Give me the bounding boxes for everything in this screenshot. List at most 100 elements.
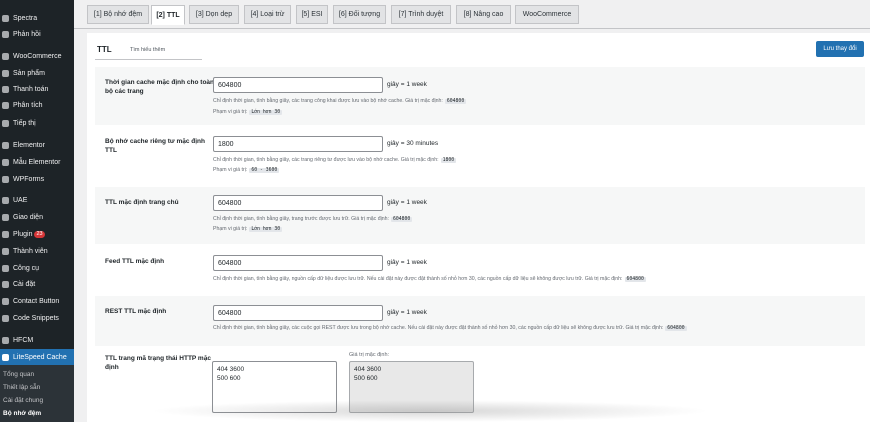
value-range: Phạm vi giá trị: Lớn hơn 30: [213, 109, 283, 115]
description-text: Chỉ định thời gian, tính bằng giây, tran…: [213, 216, 389, 222]
bottom-shadow: [150, 400, 710, 422]
range-label: Phạm vi giá trị:: [213, 226, 248, 232]
marketing-icon: [2, 119, 9, 127]
tab-purge[interactable]: [3] Dọn dẹp: [189, 5, 239, 24]
appearance-icon: [2, 213, 9, 221]
default-value-code: 604800: [624, 277, 646, 282]
submenu-item-cache[interactable]: Bộ nhớ đệm: [3, 410, 41, 417]
sidebar-item-appearance[interactable]: Giao diện: [0, 209, 74, 225]
setting-description: Chỉ định thời gian, tính bằng giây, các …: [213, 157, 457, 163]
description-text: Chỉ định thời gian, tính bằng giây, các …: [213, 98, 443, 104]
default-value-code: 604800: [390, 217, 413, 222]
setting-row-private-ttl: Bộ nhớ cache riêng tư mặc định TTL 1800 …: [95, 127, 865, 185]
sidebar-item-wpforms[interactable]: WPForms: [0, 171, 74, 187]
analytics-icon: [2, 101, 9, 109]
private-ttl-input[interactable]: 1800: [213, 136, 383, 152]
default-value-code: 1800: [440, 158, 457, 163]
woocommerce-icon: [2, 52, 9, 60]
unit-text: giây = 1 week: [387, 81, 427, 88]
submenu-item-overview[interactable]: Tổng quan: [3, 371, 34, 378]
sidebar-item-feedback[interactable]: Phản hồi: [0, 26, 74, 42]
admin-sidebar: Spectra Phản hồi WooCommerce Sản phẩm Th…: [0, 0, 74, 422]
settings-tabs: [1] Bộ nhớ đệm [2] TTL [3] Dọn dẹp [4] L…: [74, 0, 870, 29]
sidebar-item-label: Elementor: [13, 141, 45, 149]
sidebar-item-label: Phân tích: [13, 101, 43, 109]
sidebar-item-label: Cài đặt: [13, 280, 36, 288]
sidebar-item-code-snippets[interactable]: Code Snippets: [0, 310, 74, 326]
sidebar-item-users[interactable]: Thành viên: [0, 243, 74, 259]
users-icon: [2, 247, 9, 255]
sidebar-item-label: Công cụ: [13, 264, 40, 272]
sidebar-item-label: Giao diện: [13, 213, 43, 221]
setting-label: Bộ nhớ cache riêng tư mặc định TTL: [105, 138, 205, 154]
code-snippets-icon: [2, 314, 9, 322]
unit-text: giây = 1 week: [387, 309, 427, 316]
submenu-item-general[interactable]: Cài đặt chung: [3, 397, 43, 404]
tab-esi[interactable]: [5] ESI: [296, 5, 328, 24]
tab-cache[interactable]: [1] Bộ nhớ đệm: [87, 5, 149, 24]
frontpage-ttl-input[interactable]: 604800: [213, 195, 383, 211]
default-value-code: 604800: [665, 326, 687, 331]
sidebar-item-label: Contact Button: [13, 297, 60, 305]
sidebar-item-tools[interactable]: Công cụ: [0, 260, 74, 276]
sidebar-item-settings[interactable]: Cài đặt: [0, 276, 74, 292]
tab-advanced[interactable]: [8] Nâng cao: [456, 5, 511, 24]
sidebar-item-payments[interactable]: Thanh toán: [0, 81, 74, 97]
setting-row-frontpage-ttl: TTL mặc định trang chủ 604800 giây = 1 w…: [95, 187, 865, 244]
setting-row-rest-ttl: REST TTL mặc định 604800 giây = 1 week C…: [95, 296, 865, 346]
update-count-badge: 23: [34, 230, 45, 238]
unit-text: giây = 30 minutes: [387, 140, 439, 147]
setting-description: Chỉ định thời gian, tính bằng giây, tran…: [213, 216, 413, 222]
tab-browser[interactable]: [7] Trình duyệt: [391, 5, 451, 24]
tab-ttl[interactable]: [2] TTL: [151, 5, 185, 25]
range-label: Phạm vi giá trị:: [213, 167, 248, 173]
description-text: Chỉ định thời gian, tính bằng giây, các …: [213, 157, 439, 163]
submenu-item-presets[interactable]: Thiết lập sẵn: [3, 384, 40, 391]
save-changes-button[interactable]: Lưu thay đổi: [816, 41, 864, 57]
sidebar-item-woocommerce[interactable]: WooCommerce: [0, 48, 74, 64]
products-icon: [2, 69, 9, 77]
default-value-label: Giá trị mặc định:: [349, 352, 390, 358]
sidebar-item-label: WooCommerce: [13, 52, 62, 60]
tools-icon: [2, 264, 9, 272]
public-ttl-input[interactable]: 604800: [213, 77, 383, 93]
litespeed-icon: [2, 353, 9, 361]
sidebar-item-spectra[interactable]: Spectra: [0, 10, 74, 26]
sidebar-item-label: HFCM: [13, 336, 34, 344]
tab-excludes[interactable]: [4] Loại trừ: [244, 5, 291, 24]
sidebar-item-label: LiteSpeed Cache: [13, 353, 67, 361]
templates-icon: [2, 158, 9, 166]
value-range: Phạm vi giá trị: Lớn hơn 30: [213, 226, 283, 232]
spectra-icon: [2, 14, 9, 22]
sidebar-item-uae[interactable]: UAE: [0, 192, 74, 208]
sidebar-item-hfcm[interactable]: HFCM: [0, 332, 74, 348]
learn-more-link[interactable]: Tìm hiểu thêm: [130, 47, 165, 53]
sidebar-item-analytics[interactable]: Phân tích: [0, 97, 74, 113]
rest-ttl-input[interactable]: 604800: [213, 305, 383, 321]
wpforms-icon: [2, 175, 9, 183]
sidebar-item-litespeed-cache[interactable]: LiteSpeed Cache: [0, 349, 74, 365]
settings-icon: [2, 280, 9, 288]
sidebar-item-templates[interactable]: Mẫu Elementor: [0, 154, 74, 170]
range-code: Lớn hơn 30: [249, 227, 283, 232]
section-title: TTL: [97, 45, 112, 54]
sidebar-item-elementor[interactable]: Elementor: [0, 137, 74, 153]
sidebar-item-products[interactable]: Sản phẩm: [0, 65, 74, 81]
sidebar-item-contact-button[interactable]: Contact Button: [0, 293, 74, 309]
sidebar-item-plugins[interactable]: Plugin 23: [0, 226, 74, 242]
sidebar-item-label: Code Snippets: [13, 314, 59, 322]
range-label: Phạm vi giá trị:: [213, 109, 248, 115]
hfcm-icon: [2, 336, 9, 344]
setting-label: REST TTL mặc định: [105, 308, 167, 315]
payments-icon: [2, 85, 9, 93]
description-text: Chỉ định thời gian, tính bằng giây, các …: [213, 325, 664, 331]
tab-object[interactable]: [6] Đối tượng: [333, 5, 386, 24]
sidebar-item-marketing[interactable]: Tiếp thị: [0, 115, 74, 131]
elementor-icon: [2, 141, 9, 149]
tab-woocommerce[interactable]: WooCommerce: [515, 5, 579, 24]
sidebar-item-label: Tiếp thị: [13, 119, 36, 127]
title-divider: [95, 59, 202, 60]
feed-ttl-input[interactable]: 604800: [213, 255, 383, 271]
unit-text: giây = 1 week: [387, 199, 427, 206]
sidebar-item-label: Sản phẩm: [13, 69, 45, 77]
